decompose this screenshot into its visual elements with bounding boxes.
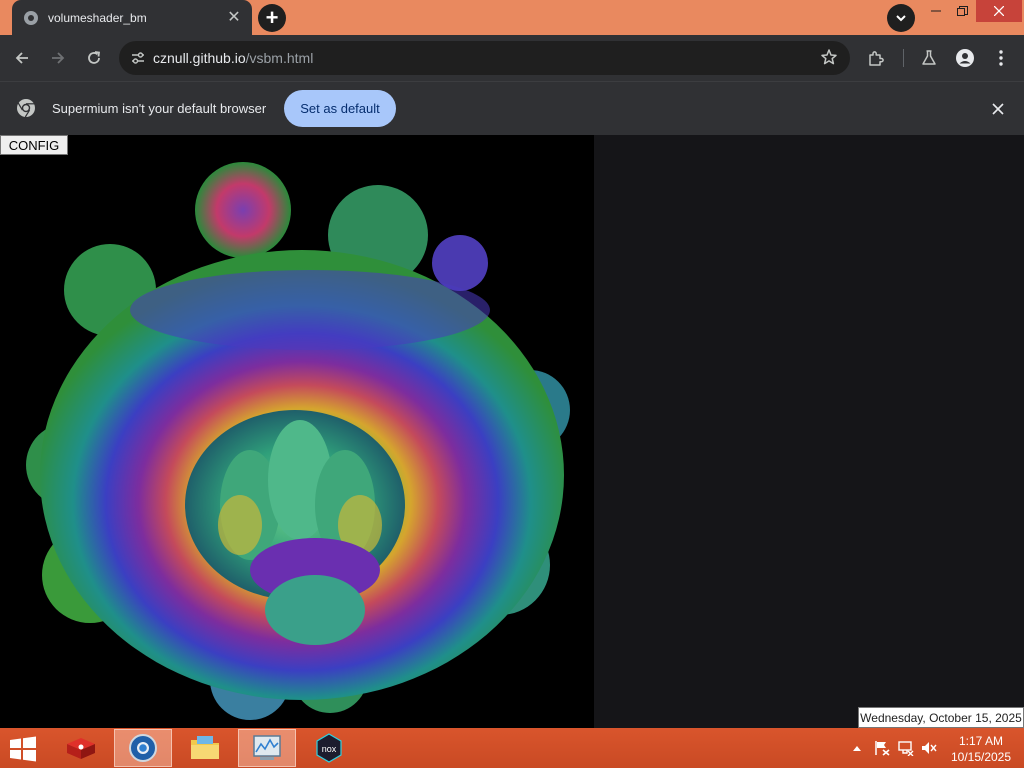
- reload-icon: [88, 51, 101, 64]
- taskbar-supermium[interactable]: [114, 729, 172, 767]
- windows-start-icon[interactable]: [8, 736, 38, 762]
- nox-label: nox: [322, 744, 337, 754]
- taskbar-nox[interactable]: nox: [300, 729, 358, 767]
- default-browser-infobar: Supermium isn't your default browser Set…: [0, 81, 1024, 135]
- minimize-button[interactable]: [922, 0, 950, 22]
- network-icon[interactable]: [898, 740, 914, 756]
- show-hidden-icons-icon[interactable]: [849, 740, 865, 756]
- web-page: CONFIG: [0, 135, 1024, 728]
- supermium-icon: [129, 734, 157, 762]
- labs-flask-icon[interactable]: [915, 44, 943, 72]
- extensions-icon[interactable]: [862, 44, 890, 72]
- clock-date: 10/15/2025: [950, 750, 1012, 764]
- reload-button[interactable]: [80, 44, 108, 72]
- task-manager-icon: [253, 735, 281, 760]
- nox-icon: nox: [316, 733, 342, 763]
- tab-search-button[interactable]: [887, 4, 915, 32]
- action-center-flag-icon[interactable]: [874, 740, 890, 756]
- arrow-left-icon: [15, 52, 28, 64]
- taskbar-app-red-box[interactable]: [52, 729, 110, 767]
- chromium-logo-icon: [17, 99, 35, 118]
- tab-close-icon[interactable]: ✕: [226, 9, 242, 26]
- profile-icon[interactable]: [951, 44, 979, 72]
- tab-volumeshader[interactable]: volumeshader_bm ✕: [12, 0, 252, 35]
- address-bar[interactable]: cznull.github.io/vsbm.html: [119, 41, 850, 75]
- taskbar-task-manager[interactable]: [238, 729, 296, 767]
- site-settings-icon[interactable]: [127, 47, 149, 69]
- browser-titlebar: volumeshader_bm ✕ +: [0, 0, 1024, 35]
- browser-toolbar: cznull.github.io/vsbm.html: [0, 35, 1024, 81]
- close-window-button[interactable]: [976, 0, 1022, 22]
- close-icon: [994, 6, 1004, 16]
- arrow-right-icon: [52, 52, 65, 64]
- infobar-message: Supermium isn't your default browser: [52, 101, 267, 116]
- menu-kebab-icon[interactable]: [987, 44, 1015, 72]
- minimize-icon: [931, 10, 941, 12]
- forward-button[interactable]: [44, 44, 72, 72]
- file-explorer-icon: [191, 736, 219, 759]
- taskbar-clock[interactable]: 1:17 AM 10/15/2025: [946, 733, 1016, 765]
- globe-icon: [24, 10, 38, 25]
- chevron-down-icon: [896, 15, 906, 22]
- url-path: /vsbm.html: [245, 50, 314, 66]
- back-button[interactable]: [8, 44, 36, 72]
- infobar-close-icon[interactable]: [988, 99, 1008, 119]
- app-icon-red-box: [67, 738, 95, 759]
- volume-muted-icon[interactable]: [921, 740, 937, 756]
- mandelbulb-fractal: [26, 162, 570, 720]
- set-as-default-button[interactable]: Set as default: [284, 90, 396, 127]
- toolbar-separator: [903, 49, 904, 67]
- tab-title: volumeshader_bm: [48, 10, 147, 25]
- new-tab-button[interactable]: +: [258, 4, 286, 32]
- restore-button[interactable]: [948, 0, 976, 22]
- clock-time: 1:17 AM: [958, 734, 1004, 748]
- url-host: cznull.github.io: [153, 50, 246, 66]
- restore-icon: [956, 5, 968, 16]
- shader-canvas[interactable]: CONFIG: [0, 135, 594, 728]
- bookmark-star-icon[interactable]: [820, 48, 838, 71]
- windows-taskbar: nox 1:17 AM 10/15/2025: [0, 728, 1024, 768]
- date-tooltip: Wednesday, October 15, 2025: [858, 707, 1024, 728]
- taskbar-file-explorer[interactable]: [176, 729, 234, 767]
- config-button[interactable]: CONFIG: [0, 135, 68, 155]
